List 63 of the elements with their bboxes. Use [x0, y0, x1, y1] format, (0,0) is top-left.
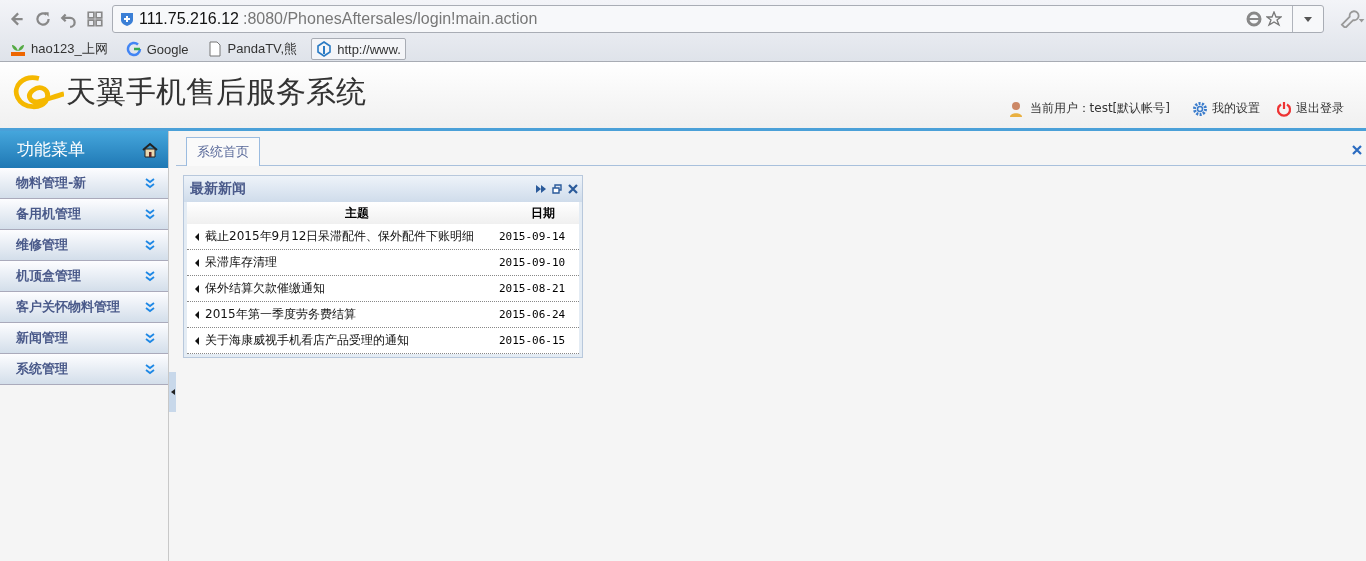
bullet-icon: [195, 336, 199, 345]
page-icon: [206, 41, 223, 57]
news-date: 2015-09-10: [499, 256, 567, 269]
news-link[interactable]: 2015年第一季度劳务费结算: [205, 306, 499, 323]
menu-item[interactable]: 系统管理: [0, 354, 168, 385]
panel-title: 最新新闻: [190, 180, 246, 198]
column-header: 主题: [344, 204, 370, 222]
home-icon[interactable]: [142, 141, 158, 158]
power-icon: [1276, 100, 1292, 117]
news-link[interactable]: 截止2015年9月12日呆滞配件、保外配件下账明细: [205, 228, 499, 245]
bullet-icon: [195, 284, 199, 293]
url-path: :8080/PhonesAftersales/login!main.action: [242, 9, 538, 28]
bullet-icon: [195, 258, 199, 267]
menu-item[interactable]: 备用机管理: [0, 199, 168, 230]
close-icon[interactable]: [1352, 145, 1362, 155]
my-settings-link[interactable]: 我的设置: [1192, 100, 1260, 117]
current-user: 当前用户：test[默认帐号]: [1029, 100, 1170, 117]
news-link[interactable]: 保外结算欠款催缴通知: [205, 280, 499, 297]
logout-link[interactable]: 退出登录: [1276, 100, 1344, 117]
bookmark[interactable]: http://www.: [311, 38, 406, 60]
star-icon[interactable]: [1266, 10, 1282, 27]
menu-item[interactable]: 维修管理: [0, 230, 168, 261]
menu-item[interactable]: 客户关怀物料管理: [0, 292, 168, 323]
news-link[interactable]: 呆滞库存清理: [205, 254, 499, 271]
collapse-handle[interactable]: [169, 372, 176, 412]
gear-icon: [1192, 100, 1208, 117]
menu-item[interactable]: 物料管理-新: [0, 168, 168, 199]
news-date: 2015-06-24: [499, 308, 567, 321]
triangle-left-icon: [170, 389, 175, 395]
bookmark[interactable]: Google: [121, 39, 193, 59]
reload-icon[interactable]: [34, 9, 52, 28]
news-date: 2015-08-21: [499, 282, 567, 295]
bullet-icon: [195, 310, 199, 319]
news-link[interactable]: 关于海康威视手机看店产品受理的通知: [205, 332, 499, 349]
tab[interactable]: 系统首页: [186, 137, 260, 166]
grid-icon[interactable]: [86, 9, 104, 28]
wrench-icon[interactable]: [1338, 9, 1366, 28]
double-chevron-icon: [144, 363, 156, 375]
close-icon[interactable]: [568, 184, 578, 194]
double-chevron-icon: [144, 332, 156, 344]
bookmark[interactable]: PandaTV,熊: [202, 38, 302, 60]
system-title: 天翼手机售后服务系统: [66, 72, 366, 111]
shield-icon: [119, 10, 135, 27]
bullet-icon: [195, 232, 199, 241]
menu-item[interactable]: 新闻管理: [0, 323, 168, 354]
url-host: 111.75.216.12: [139, 9, 239, 28]
google-g-icon: [125, 41, 142, 57]
user-icon: [1007, 101, 1024, 117]
address-bar[interactable]: 111.75.216.12 :8080/PhonesAftersales/login!main.action: [112, 4, 1324, 33]
double-chevron-icon: [144, 177, 156, 189]
double-chevron-icon: [144, 208, 156, 220]
news-date: 2015-06-15: [499, 334, 567, 347]
restore-icon[interactable]: [552, 184, 562, 194]
double-chevron-icon: [144, 270, 156, 282]
news-date: 2015-09-14: [499, 230, 567, 243]
column-header: 日期: [530, 204, 556, 222]
menu-title: 功能菜单: [17, 138, 85, 161]
double-chevron-icon: [144, 239, 156, 251]
menu-item[interactable]: 机顶盒管理: [0, 261, 168, 292]
double-chevron-icon: [144, 301, 156, 313]
site-icon: [316, 41, 333, 57]
fast-forward-icon[interactable]: [536, 184, 546, 194]
bookmark[interactable]: hao123_上网: [6, 38, 112, 60]
